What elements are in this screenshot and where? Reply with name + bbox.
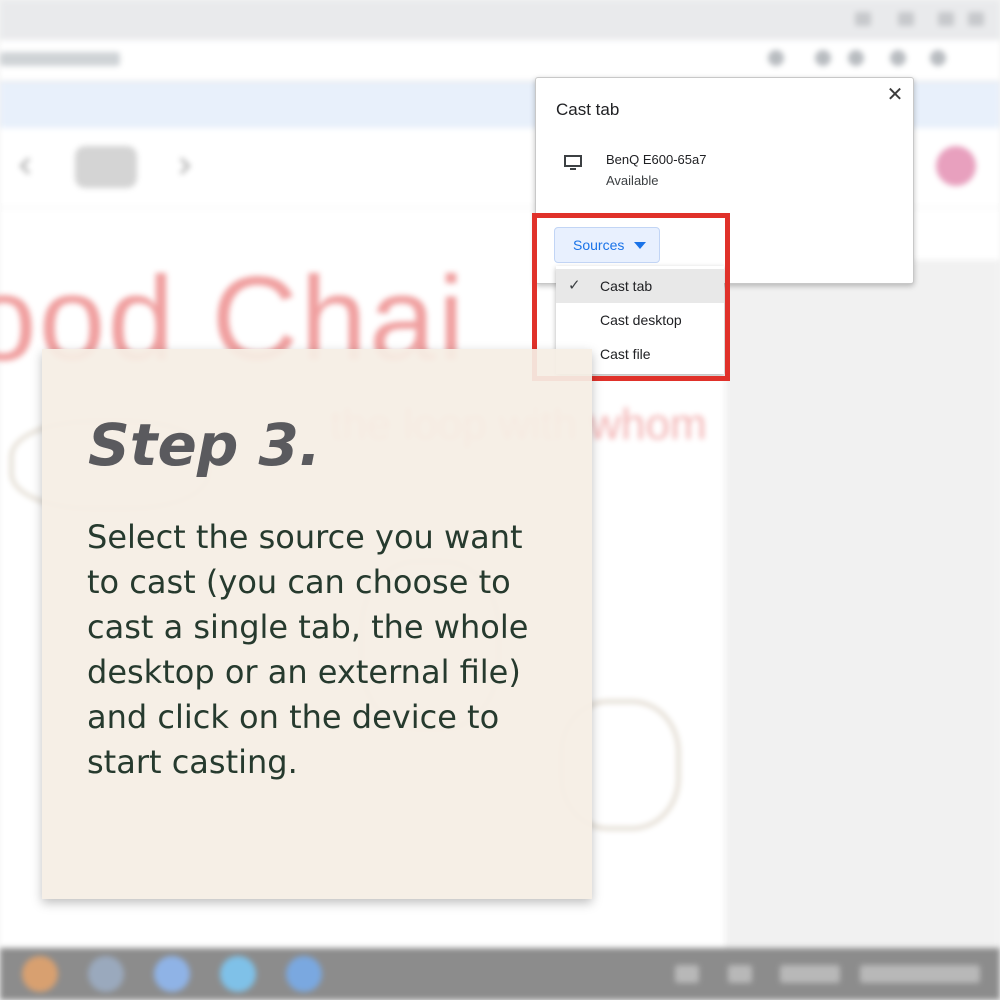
step-description: Select the source you want to cast (you … <box>87 515 557 785</box>
extension-icon <box>930 50 946 66</box>
toolbar-icon <box>848 50 864 66</box>
device-status: Available <box>606 173 659 188</box>
instruction-card: Step 3. Select the source you want to ca… <box>42 349 592 899</box>
launcher-icon <box>22 956 58 992</box>
address-url <box>0 52 120 66</box>
step-line: to cast (you can choose to <box>87 563 511 601</box>
window-control-icon <box>938 12 954 26</box>
close-icon[interactable]: ✕ <box>882 82 908 108</box>
step-line: start casting. <box>87 743 298 781</box>
app-icon <box>286 956 322 992</box>
dialog-title: Cast tab <box>556 100 620 119</box>
close-window-icon <box>968 12 984 26</box>
tray-icon <box>728 965 752 983</box>
avatar <box>936 146 976 186</box>
nav-pill <box>75 146 137 188</box>
taskbar <box>0 948 1000 1000</box>
status-tray <box>860 965 980 983</box>
step-title: Step 3. <box>88 411 321 479</box>
page-side-panel <box>725 260 1000 950</box>
step-line: and click on the device to <box>87 698 500 736</box>
cast-toolbar-icon <box>890 50 906 66</box>
step-line: desktop or an external file) <box>87 653 521 691</box>
tray-icon <box>780 965 840 983</box>
maximize-icon <box>898 12 914 26</box>
toolbar-icon <box>815 50 831 66</box>
step-line: cast a single tab, the whole <box>87 608 529 646</box>
device-name: BenQ E600-65a7 <box>606 152 707 167</box>
cast-device-row[interactable]: BenQ E600-65a7 Available <box>536 142 913 194</box>
step-line: Select the source you want <box>87 518 523 556</box>
app-icon <box>88 956 124 992</box>
app-icon <box>220 956 256 992</box>
minimize-icon <box>855 12 871 26</box>
toolbar-icon <box>768 50 784 66</box>
app-icon <box>154 956 190 992</box>
tray-icon <box>675 965 699 983</box>
monitor-icon <box>564 155 582 170</box>
browser-titlebar <box>0 0 1000 40</box>
